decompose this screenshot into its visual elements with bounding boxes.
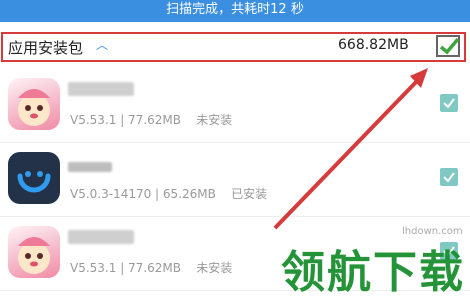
list-item[interactable]: V5.0.3-14170 | 65.26MB 已安装 xyxy=(0,142,470,217)
app-meta: V5.53.1 | 77.62MB 未安装 xyxy=(70,111,232,128)
blue-smile-icon xyxy=(8,152,60,204)
checkmark-icon xyxy=(443,172,455,183)
app-install-status: 未安装 xyxy=(196,261,233,275)
app-checkbox[interactable] xyxy=(440,168,458,186)
app-name-blurred xyxy=(68,82,134,96)
checkmark-icon xyxy=(443,98,455,109)
app-version-info: V5.53.1 | 77.62MB xyxy=(70,113,181,127)
app-name-blurred xyxy=(68,162,112,172)
app-checkbox[interactable] xyxy=(440,94,458,112)
section-header-apk[interactable]: 应用安装包 ︿ 668.82MB xyxy=(0,30,470,64)
app-install-status: 未安装 xyxy=(196,113,233,127)
watermark-logo: 领航下载 xyxy=(281,247,465,298)
app-version-info: V5.53.1 | 77.62MB xyxy=(70,261,181,275)
pink-cartoon-icon xyxy=(8,226,60,278)
scan-status-bar: 扫描完成，共耗时12 秒 xyxy=(0,0,470,22)
pink-cartoon-icon xyxy=(8,78,60,130)
scan-status-text: 扫描完成，共耗时12 秒 xyxy=(166,2,304,17)
section-size: 668.82MB xyxy=(338,37,409,53)
section-select-all-checkbox[interactable] xyxy=(436,35,460,57)
app-version-info: V5.0.3-14170 | 65.26MB xyxy=(70,187,216,201)
app-install-status: 已安装 xyxy=(231,187,268,201)
section-title: 应用安装包 xyxy=(8,39,84,57)
list-item[interactable]: V5.53.1 | 77.62MB 未安装 xyxy=(0,68,470,143)
chevron-up-icon[interactable]: ︿ xyxy=(96,36,108,53)
checkmark-icon xyxy=(439,37,460,55)
app-meta: V5.0.3-14170 | 65.26MB 已安装 xyxy=(70,185,267,202)
app-name-blurred xyxy=(68,230,134,244)
app-meta: V5.53.1 | 77.62MB 未安装 xyxy=(70,259,232,276)
